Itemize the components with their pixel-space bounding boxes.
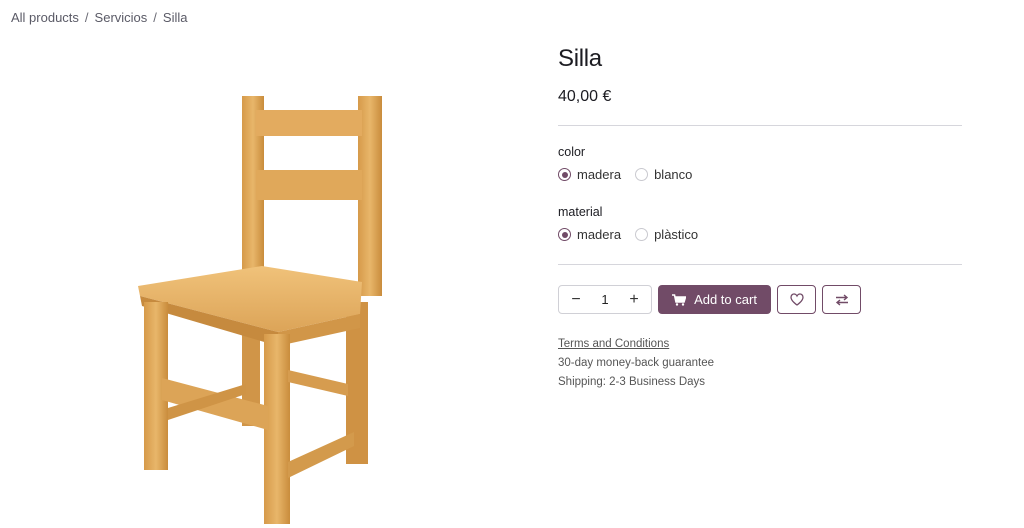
terms-link[interactable]: Terms and Conditions bbox=[558, 338, 669, 350]
divider bbox=[558, 264, 962, 265]
attribute-label-color: color bbox=[558, 145, 586, 159]
quantity-value[interactable]: 1 bbox=[601, 292, 608, 307]
quantity-stepper: − 1 + bbox=[558, 285, 652, 314]
wishlist-button[interactable] bbox=[777, 285, 816, 314]
radio-checked-icon[interactable] bbox=[558, 228, 571, 241]
radio-unchecked-icon[interactable] bbox=[635, 228, 649, 241]
add-to-cart-button[interactable]: Add to cart bbox=[658, 285, 771, 314]
product-image[interactable] bbox=[128, 90, 388, 526]
cart-icon bbox=[672, 293, 687, 306]
color-option-madera[interactable]: madera bbox=[558, 167, 621, 182]
radio-unchecked-icon[interactable] bbox=[635, 168, 649, 181]
breadcrumb-separator: / bbox=[84, 10, 89, 25]
heart-icon bbox=[789, 293, 804, 306]
color-options: madera blanco bbox=[558, 167, 706, 182]
option-label: madera bbox=[577, 167, 622, 182]
add-to-cart-label: Add to cart bbox=[694, 292, 757, 307]
option-label: blanco bbox=[654, 167, 693, 182]
option-label: madera bbox=[577, 227, 622, 242]
breadcrumb-current: Silla bbox=[162, 10, 188, 25]
compare-arrows-icon bbox=[835, 293, 848, 306]
breadcrumb-all-products[interactable]: All products bbox=[11, 10, 79, 25]
attribute-label-material: material bbox=[558, 205, 603, 219]
radio-checked-icon[interactable] bbox=[558, 168, 571, 181]
breadcrumb-servicios[interactable]: Servicios bbox=[95, 10, 148, 25]
compare-button[interactable] bbox=[822, 285, 861, 314]
breadcrumb: All products / Servicios / Silla bbox=[11, 10, 188, 25]
product-info: Silla 40,00 € color madera blanco materi… bbox=[558, 45, 962, 388]
material-options: madera plàstico bbox=[558, 227, 712, 242]
option-label: plàstico bbox=[654, 227, 699, 242]
quantity-increase-button[interactable]: + bbox=[627, 291, 641, 309]
material-option-plastico[interactable]: plàstico bbox=[635, 227, 698, 242]
guarantee-text: 30-day money-back guarantee bbox=[558, 357, 714, 369]
breadcrumb-separator: / bbox=[153, 10, 157, 25]
product-extra-info: Terms and Conditions 30-day money-back g… bbox=[558, 335, 714, 392]
quantity-decrease-button[interactable]: − bbox=[569, 291, 583, 309]
color-option-blanco[interactable]: blanco bbox=[635, 167, 692, 182]
product-price: 40,00 € bbox=[558, 88, 612, 105]
product-title: Silla bbox=[558, 45, 602, 72]
divider bbox=[558, 125, 962, 126]
chair-illustration bbox=[138, 96, 382, 524]
shipping-text: Shipping: 2-3 Business Days bbox=[558, 376, 706, 388]
material-option-madera[interactable]: madera bbox=[558, 227, 621, 242]
